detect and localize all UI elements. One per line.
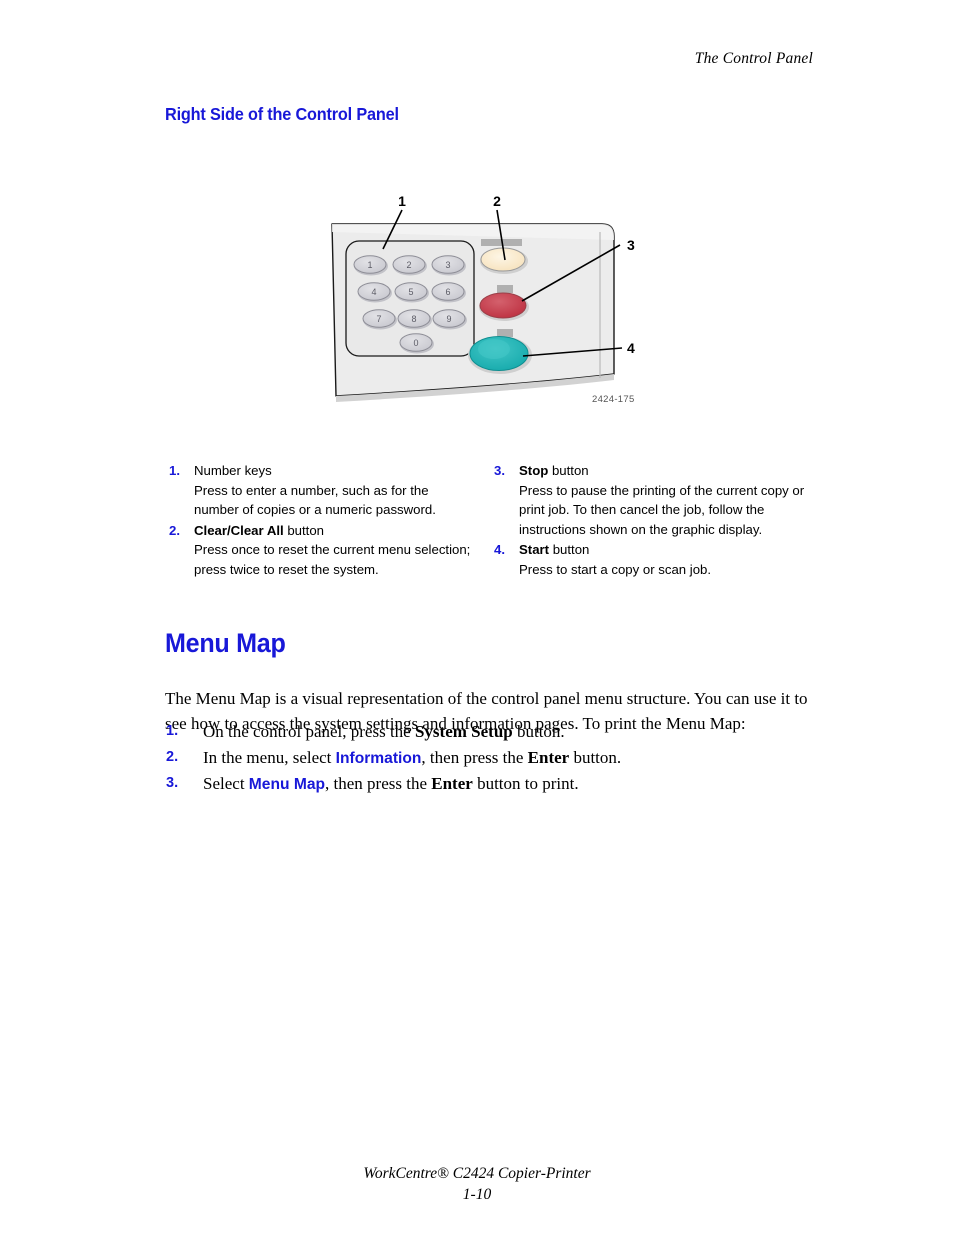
svg-text:2: 2 [406, 260, 411, 270]
figure-caption: 2424-175 [592, 394, 635, 405]
step-text-mid: , then press the [421, 747, 528, 767]
menu-map-steps: 1. On the control panel, press the System… [165, 719, 845, 798]
step-text-mid: , then press the [325, 774, 432, 794]
keypad-key: 3 [431, 255, 466, 276]
callout-item-title: Start button [519, 540, 810, 560]
step-text-post: button. [569, 747, 622, 767]
svg-text:7: 7 [376, 314, 381, 324]
svg-text:9: 9 [446, 314, 451, 324]
page-title-menu-map: Menu Map [165, 628, 286, 658]
keypad-key: 9 [432, 309, 467, 330]
callout-number-2: 2 [493, 193, 501, 209]
callout-item-number: 3. [494, 463, 505, 478]
keypad-key: 6 [431, 282, 466, 303]
keypad-key: 4 [357, 282, 392, 303]
step-menu-item-information: Information [335, 749, 422, 767]
callout-item-title-rest: button [549, 542, 590, 557]
svg-text:0: 0 [413, 338, 418, 348]
keypad-key: 2 [392, 255, 427, 276]
callout-item: 2. Clear/Clear All button Press once to … [165, 521, 475, 580]
step-item: 1. On the control panel, press the System… [165, 719, 845, 745]
callout-item: 4. Start button Press to start a copy or… [490, 540, 810, 579]
keypad-key: 5 [394, 282, 429, 303]
step-text-post: button to print. [472, 774, 579, 794]
keypad-key: 1 [353, 255, 388, 276]
running-header: The Control Panel [694, 50, 813, 67]
keypad-key: 7 [362, 309, 397, 330]
callout-item-body: Press to start a copy or scan job. [519, 561, 712, 577]
step-menu-item-menu-map: Menu Map [248, 776, 326, 794]
callout-item-body: Press to pause the printing of the curre… [519, 482, 805, 537]
svg-text:6: 6 [445, 287, 450, 297]
callout-item-number: 2. [169, 522, 180, 538]
keypad-key: 0 [399, 333, 434, 354]
keypad-group: 1 2 3 4 5 6 7 8 9 0 [345, 240, 475, 357]
callout-item-number: 1. [169, 463, 180, 478]
section-heading-right-side: Right Side of the Control Panel [165, 104, 399, 124]
callout-column-right: 3. Stop button Press to pause the printi… [490, 461, 810, 580]
step-text-pre: On the control panel, press the [203, 722, 415, 741]
footer-page-number: 1-10 [462, 1186, 492, 1203]
callout-item-body: Press once to reset the current menu sel… [194, 542, 471, 577]
step-text-bold: Enter [527, 747, 570, 767]
svg-text:3: 3 [445, 260, 450, 270]
svg-text:1: 1 [367, 260, 372, 270]
page-footer: WorkCentre® C2424 Copier-Printer 1-10 [0, 1163, 954, 1205]
callout-item-title-bold: Start [519, 542, 550, 557]
svg-text:8: 8 [411, 314, 416, 324]
keypad-key: 8 [397, 309, 432, 330]
callout-item-title: Number keys [194, 461, 475, 481]
control-panel-illustration: 1 2 3 4 5 6 7 8 9 0 1 2 3 4 2424-175 [330, 188, 640, 413]
callout-number-3: 3 [627, 237, 635, 253]
svg-text:5: 5 [408, 287, 413, 297]
step-number: 1. [166, 723, 179, 739]
callout-item-title-rest: button [548, 463, 589, 478]
callout-item-title: Clear/Clear All button [194, 521, 475, 541]
step-text-bold: System Setup [414, 722, 513, 741]
step-item: 3. Select Menu Map, then press the Enter … [165, 771, 845, 798]
step-number: 2. [166, 748, 179, 765]
step-text-bold: Enter [431, 774, 473, 794]
callout-item: 3. Stop button Press to pause the printi… [490, 461, 810, 539]
callout-number-1: 1 [398, 193, 406, 209]
callout-item-body: Press to enter a number, such as for the… [194, 482, 436, 518]
svg-text:4: 4 [371, 287, 376, 297]
step-text-pre: In the menu, select [203, 747, 336, 767]
callout-item-number: 4. [494, 542, 505, 557]
footer-product-name: WorkCentre® C2424 Copier-Printer [363, 1165, 591, 1182]
callout-item-title-bold: Stop [519, 463, 549, 478]
callout-item-title-rest: Number keys [194, 463, 272, 478]
callout-item-title-bold: Clear/Clear All [194, 522, 284, 538]
callout-item-title: Stop button [519, 461, 810, 481]
callout-number-4: 4 [627, 340, 635, 356]
callout-item-title-rest: button [283, 522, 325, 538]
step-text-post: button. [512, 722, 565, 741]
step-text-pre: Select [203, 774, 249, 794]
callout-item: 1. Number keys Press to enter a number, … [165, 461, 475, 520]
callout-column-left: 1. Number keys Press to enter a number, … [165, 461, 475, 580]
step-item: 2. In the menu, select Information, then … [165, 745, 845, 772]
step-number: 3. [166, 775, 179, 792]
